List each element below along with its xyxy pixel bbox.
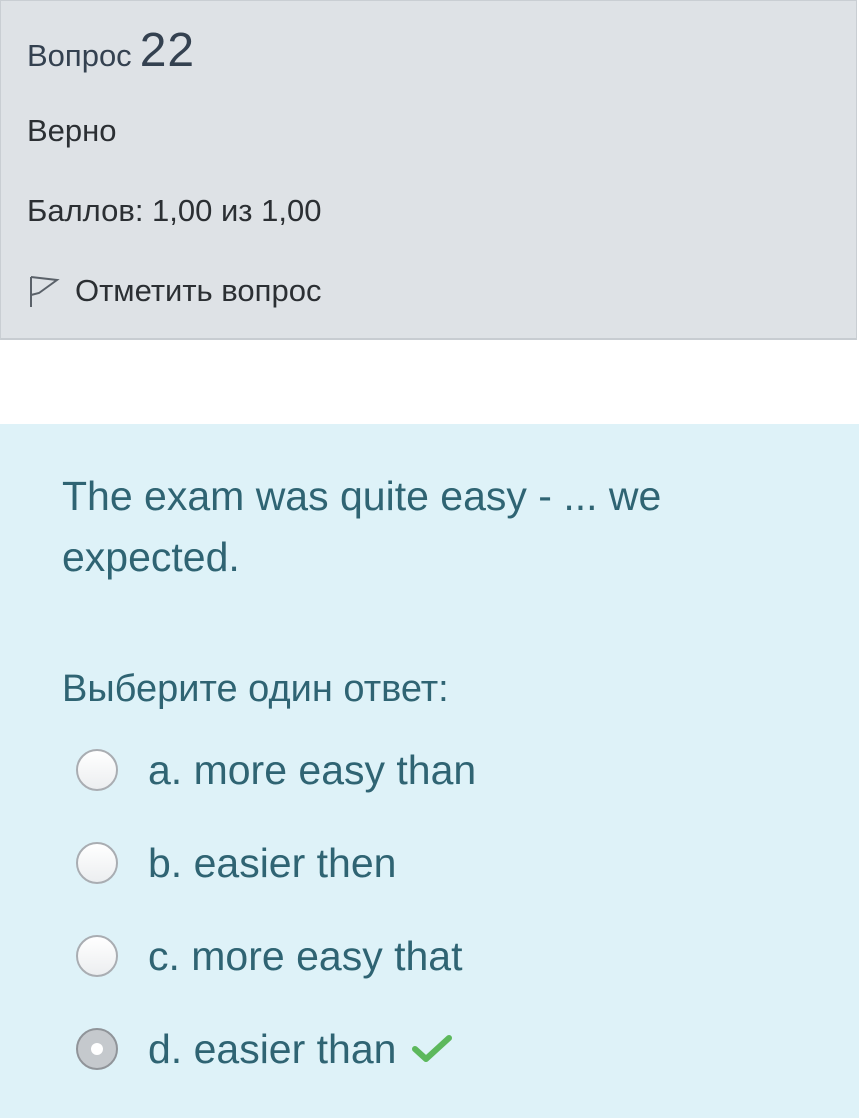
- question-state: Верно: [27, 113, 117, 148]
- flag-question-label: Отметить вопрос: [75, 273, 322, 308]
- question-content: The exam was quite easy - ... we expecte…: [0, 424, 859, 1118]
- question-grade: Баллов: 1,00 из 1,00: [27, 193, 322, 228]
- answer-label-a: a. more easy than: [148, 746, 477, 793]
- radio-b[interactable]: [76, 842, 118, 884]
- answer-label-b: b. easier then: [148, 839, 397, 886]
- radio-c[interactable]: [76, 935, 118, 977]
- check-icon: [412, 1034, 453, 1064]
- flag-question-button[interactable]: Отметить вопрос: [27, 271, 321, 311]
- answer-option-b[interactable]: b. easier then: [76, 833, 776, 893]
- question-number-value: 22: [139, 24, 196, 77]
- answer-option-a[interactable]: a. more easy than: [76, 740, 776, 800]
- question-info-panel: Вопрос 22 Верно Баллов: 1,00 из 1,00 Отме…: [0, 0, 857, 340]
- answer-prompt: Выберите один ответ:: [62, 668, 449, 710]
- question-number-label: Вопрос: [27, 38, 132, 73]
- answer-label-d: d. easier than: [148, 1025, 397, 1072]
- answer-option-d[interactable]: d. easier than: [76, 1019, 776, 1079]
- question-text: The exam was quite easy - ... we expecte…: [62, 473, 662, 580]
- flag-icon: [27, 271, 61, 311]
- radio-a[interactable]: [76, 749, 118, 791]
- question-number: Вопрос 22: [27, 23, 195, 78]
- answer-label-c: c. more easy that: [148, 932, 463, 979]
- answer-option-c[interactable]: c. more easy that: [76, 926, 776, 986]
- radio-d[interactable]: [76, 1028, 118, 1070]
